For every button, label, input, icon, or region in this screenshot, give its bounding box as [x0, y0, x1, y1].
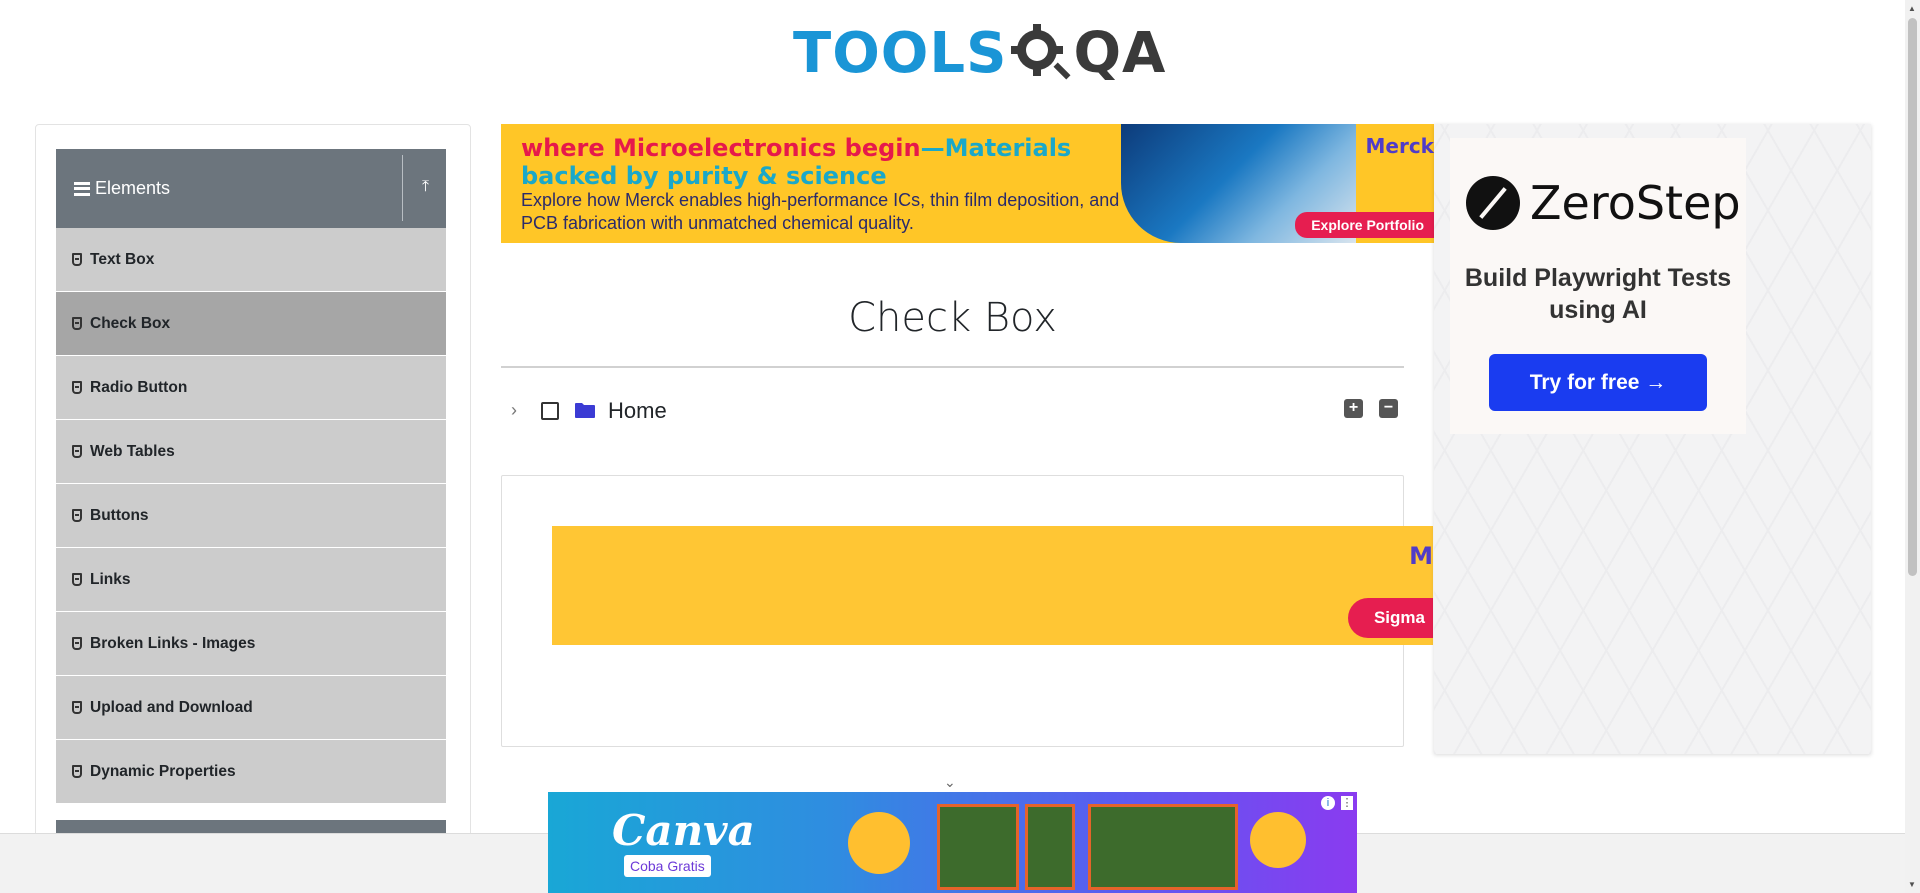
sidebar-item-buttons[interactable]: Buttons	[56, 484, 446, 548]
sidebar-item-broken-links[interactable]: Broken Links - Images	[56, 612, 446, 676]
scrollbar-thumb[interactable]	[1908, 18, 1917, 576]
header-divider	[402, 155, 403, 221]
ad-brand: M	[1409, 542, 1433, 570]
sidebar-item-label: Upload and Download	[90, 698, 253, 716]
page-title: Check Box	[848, 295, 1057, 341]
sidebar-item-dynamic-properties[interactable]: Dynamic Properties	[56, 740, 446, 804]
collapse-arrow-icon[interactable]: ⤒	[422, 179, 429, 195]
ad-info-icon[interactable]: i	[1321, 796, 1335, 810]
ad-more-icon[interactable]: ⋮	[1341, 796, 1353, 810]
html-icon	[72, 509, 82, 522]
sidebar-item-label: Text Box	[90, 250, 155, 268]
group-title: Elements	[95, 178, 171, 198]
page-scrollbar[interactable]: ▲ ▼	[1905, 0, 1920, 893]
sidebar-item-label: Dynamic Properties	[90, 762, 236, 780]
html-icon	[72, 573, 82, 586]
ad-headline: where Microelectronics begin—Materials	[521, 134, 1072, 162]
ad-thumbnail	[937, 804, 1019, 890]
sidebar-item-label: Buttons	[90, 506, 149, 524]
html-icon	[72, 253, 82, 266]
sidebar-item-text-box[interactable]: Text Box	[56, 228, 446, 292]
ad-cta[interactable]: Sigma	[1347, 598, 1433, 638]
ad-thumbnail	[1025, 804, 1075, 890]
folder-icon	[575, 403, 595, 418]
sidebar-item-radio-button[interactable]: Radio Button	[56, 356, 446, 420]
inline-merck-ad[interactable]: M Sigma	[552, 526, 1433, 645]
html-icon	[72, 381, 82, 394]
sidebar-item-links[interactable]: Links	[56, 548, 446, 612]
ad-body-text: Explore how Merck enables high-performan…	[521, 190, 1120, 233]
sidebar-item-check-box[interactable]: Check Box	[56, 292, 446, 356]
ad-tagline: Build Playwright Tests using AI	[1464, 264, 1732, 324]
elements-menu: Text Box Check Box Radio Button Web Tabl…	[56, 228, 446, 804]
sidebar-item-label: Web Tables	[90, 442, 175, 460]
logo-qa-text: QA	[1073, 20, 1167, 86]
html-icon	[72, 445, 82, 458]
logo-tools-text: TOOLS	[793, 20, 1008, 86]
merck-banner-ad[interactable]: where Microelectronics begin—Materials b…	[501, 124, 1434, 243]
html-icon	[72, 765, 82, 778]
elements-group-header[interactable]: Elements ⤒	[56, 149, 446, 228]
collapse-all-button[interactable]: −	[1379, 399, 1398, 418]
tree-node-home: › Home	[511, 393, 667, 428]
chevron-right-icon[interactable]: ›	[511, 400, 523, 421]
ad-headline-line2: backed by purity & science	[521, 162, 887, 190]
coba-gratis-button[interactable]: Coba Gratis	[624, 855, 711, 877]
ad-brand: ZeroStep	[1530, 176, 1741, 230]
expand-all-button[interactable]: +	[1344, 399, 1363, 418]
home-checkbox[interactable]	[541, 401, 559, 420]
heart-eyes-emoji-icon	[1250, 812, 1306, 868]
ad-thumbnail	[1088, 804, 1238, 890]
explore-portfolio-button[interactable]: Explore Portfolio	[1295, 212, 1434, 238]
scroll-up-icon[interactable]: ▲	[1908, 4, 1916, 13]
chevron-down-icon[interactable]: ⌄	[944, 774, 956, 791]
sidebar-item-upload-download[interactable]: Upload and Download	[56, 676, 446, 740]
sidebar-item-label: Links	[90, 570, 131, 588]
html-icon	[72, 701, 82, 714]
tree-node-label[interactable]: Home	[608, 398, 667, 424]
title-divider	[501, 366, 1404, 368]
page: TOOLS QA Elements ⤒ Text Box Check Box R…	[0, 0, 1920, 893]
sidebar-item-label: Check Box	[90, 314, 171, 332]
scroll-down-icon[interactable]: ▼	[1908, 880, 1916, 889]
sidebar-item-web-tables[interactable]: Web Tables	[56, 420, 446, 484]
zerostep-logo-icon	[1466, 176, 1520, 230]
ad-brand: Canva	[612, 806, 755, 855]
canva-ad[interactable]: Canva Coba Gratis i ⋮	[548, 792, 1357, 893]
sidebar-item-label: Radio Button	[90, 378, 188, 396]
sidebar-item-label: Broken Links - Images	[90, 634, 256, 652]
zerostep-ad[interactable]: ZeroStep Build Playwright Tests using AI…	[1434, 124, 1871, 754]
heart-eyes-emoji-icon	[848, 812, 910, 874]
gear-search-icon	[1011, 24, 1071, 80]
toolsqa-logo[interactable]: TOOLS QA	[793, 16, 1166, 90]
html-icon	[72, 637, 82, 650]
html-icon	[72, 317, 82, 330]
hamburger-icon	[74, 181, 90, 196]
ad-brand: Merck	[1365, 134, 1435, 158]
try-for-free-button[interactable]: Try for free →	[1489, 354, 1707, 411]
